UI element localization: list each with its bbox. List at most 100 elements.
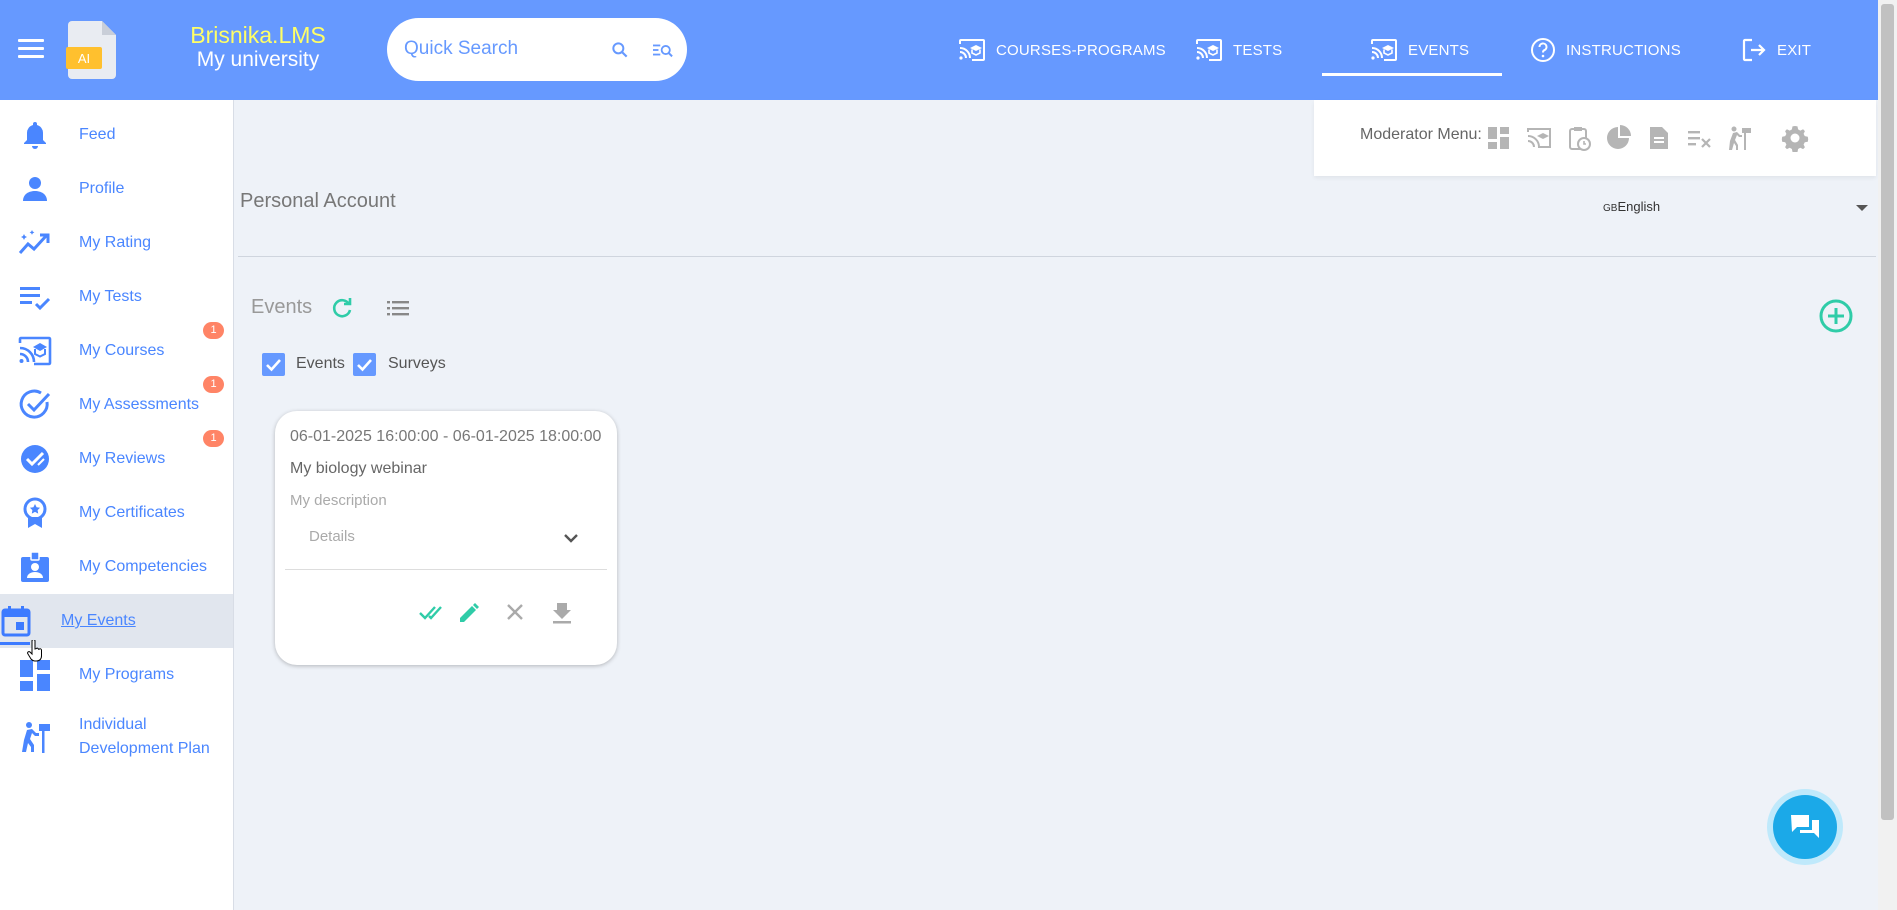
menu-icon[interactable]	[18, 39, 44, 61]
divider	[238, 256, 1876, 257]
nav-courses-programs[interactable]: COURSES-PROGRAMS	[958, 0, 1166, 100]
details-toggle[interactable]: Details	[309, 528, 355, 545]
pie-chart-icon[interactable]	[1606, 125, 1632, 151]
cast-education-icon[interactable]	[1526, 125, 1552, 151]
download-icon[interactable]	[551, 601, 573, 625]
nav-label: INSTRUCTIONS	[1566, 41, 1681, 59]
sidebar-item-my-tests[interactable]: My Tests	[0, 270, 233, 324]
moderator-menu: Moderator Menu:	[1314, 100, 1876, 176]
dashboard-icon[interactable]	[1486, 125, 1512, 151]
events-filter-label: Events	[296, 355, 345, 372]
notification-badge: 1	[203, 430, 224, 447]
close-icon[interactable]	[504, 601, 526, 623]
brand-name: Brisnika.LMS	[190, 22, 326, 48]
sidebar-item-profile[interactable]: Profile	[0, 162, 233, 216]
chevron-down-icon[interactable]	[562, 531, 580, 545]
notification-badge: 1	[203, 376, 224, 393]
language-select[interactable]: GBEnglish	[1603, 199, 1660, 214]
page-title: Personal Account	[240, 190, 396, 212]
events-checkbox[interactable]	[262, 353, 285, 376]
notification-badge: 1	[203, 322, 224, 339]
sidebar-item-individual-development-plan[interactable]: Individual Development Plan	[0, 702, 233, 772]
add-event-icon[interactable]	[1818, 298, 1854, 334]
hiking-icon	[22, 722, 50, 753]
flag-text: GB	[1603, 203, 1618, 214]
sidebar-item-my-certificates[interactable]: My Certificates	[0, 486, 233, 540]
active-item-indicator	[0, 642, 30, 645]
nav-label: TESTS	[1233, 41, 1283, 59]
cast-education-icon	[959, 39, 985, 61]
sidebar-item-label: My Competencies	[79, 558, 208, 575]
top-navigation-bar: AI Brisnika.LMS My university Quick Sear…	[0, 0, 1878, 100]
cast-education-icon	[18, 336, 52, 366]
sidebar-item-label: Profile	[79, 180, 125, 197]
nav-exit[interactable]: EXIT	[1741, 0, 1811, 100]
chat-button[interactable]	[1767, 789, 1843, 865]
scrollbar[interactable]	[1878, 0, 1897, 910]
gear-icon[interactable]	[1781, 124, 1809, 152]
sidebar-item-label: My Rating	[79, 234, 152, 251]
event-title: My biology webinar	[290, 460, 427, 477]
document-icon[interactable]	[1646, 125, 1672, 151]
clipboard-clock-icon[interactable]	[1566, 125, 1592, 151]
sidebar-item-label: My Courses	[79, 342, 165, 359]
refresh-icon[interactable]	[330, 296, 354, 320]
logout-icon	[1742, 38, 1766, 62]
surveys-filter-label: Surveys	[388, 355, 446, 372]
brand: Brisnika.LMS My university	[160, 22, 356, 72]
sidebar-item-my-reviews[interactable]: My Reviews 1	[0, 430, 233, 486]
help-circle-icon	[1531, 38, 1555, 62]
person-icon	[23, 177, 47, 201]
sidebar-item-label: My Events	[61, 612, 136, 629]
scrollbar-thumb[interactable]	[1881, 4, 1894, 820]
section-title: Events	[251, 296, 313, 318]
quick-search-box[interactable]: Quick Search	[387, 18, 687, 81]
cast-education-icon	[1196, 39, 1222, 61]
logo-text: AI	[78, 51, 90, 66]
nav-tests[interactable]: TESTS	[1195, 0, 1282, 100]
sidebar-item-label: My Certificates	[79, 504, 185, 521]
sidebar: Feed Profile My Rating My Tests My Cours…	[0, 100, 234, 910]
edit-icon[interactable]	[457, 601, 481, 625]
event-card: 06-01-2025 16:00:00 - 06-01-2025 18:00:0…	[275, 411, 617, 665]
bell-icon	[24, 122, 46, 149]
cast-education-icon	[1371, 39, 1397, 61]
list-view-icon[interactable]	[387, 299, 409, 317]
sidebar-item-my-assessments[interactable]: My Assessments 1	[0, 376, 233, 432]
chat-icon	[1791, 815, 1819, 838]
language-label: English	[1617, 199, 1661, 214]
nav-label: COURSES-PROGRAMS	[996, 41, 1166, 59]
chevron-down-icon[interactable]	[1856, 205, 1868, 211]
surveys-checkbox[interactable]	[353, 353, 376, 376]
sidebar-item-my-competencies[interactable]: My Competencies	[0, 540, 233, 594]
sidebar-item-label: Feed	[79, 126, 116, 143]
checklist-icon	[20, 287, 51, 311]
sidebar-item-feed[interactable]: Feed	[0, 108, 233, 162]
logo[interactable]: AI	[66, 21, 118, 79]
search-icon[interactable]	[610, 40, 630, 60]
advanced-search-icon[interactable]	[652, 40, 674, 60]
calendar-icon	[1, 606, 31, 637]
hiking-icon[interactable]	[1726, 125, 1752, 151]
card-divider	[285, 569, 607, 570]
sidebar-item-my-rating[interactable]: My Rating	[0, 216, 233, 270]
nav-label: EVENTS	[1408, 41, 1470, 59]
nav-label: EXIT	[1777, 41, 1812, 59]
award-icon	[23, 497, 47, 528]
sidebar-item-label: My Programs	[79, 666, 175, 683]
brand-subtitle: My university	[196, 48, 320, 71]
event-date-range: 06-01-2025 16:00:00 - 06-01-2025 18:00:0…	[290, 428, 602, 445]
sidebar-item-my-courses[interactable]: My Courses 1	[0, 322, 233, 378]
sidebar-item-label: My Reviews	[79, 450, 166, 467]
event-description: My description	[290, 492, 387, 509]
nav-active-indicator	[1322, 73, 1502, 76]
mouse-cursor-icon	[27, 640, 42, 662]
sidebar-item-label: My Tests	[79, 288, 142, 305]
done-all-icon[interactable]	[419, 601, 447, 623]
badge-id-icon	[21, 551, 49, 582]
nav-instructions[interactable]: INSTRUCTIONS	[1530, 0, 1681, 100]
search-input[interactable]: Quick Search	[404, 38, 518, 60]
check-circle-icon	[19, 389, 51, 419]
nav-events[interactable]: EVENTS	[1370, 0, 1469, 100]
playlist-remove-icon[interactable]	[1686, 125, 1712, 151]
